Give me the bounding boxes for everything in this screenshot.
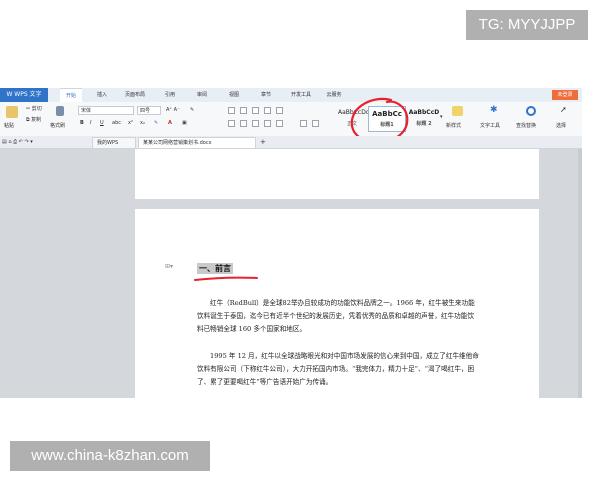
- copy-label: 复制: [31, 117, 42, 123]
- watermark-tg-badge: TG: MYYJJPP: [466, 10, 588, 40]
- font-size-select[interactable]: 四号: [137, 106, 161, 115]
- doc-paragraph-1[interactable]: 红牛（RedBull）是全球82举办且较成功的功能饮料品牌之一。1966 年，红…: [197, 297, 479, 336]
- paste-label[interactable]: 粘贴: [4, 122, 14, 130]
- find-replace-label[interactable]: 查找替换: [516, 122, 536, 130]
- tab-page-layout[interactable]: 页面布局: [120, 88, 150, 102]
- sort-icon[interactable]: [276, 107, 283, 114]
- italic-button[interactable]: I: [90, 119, 91, 127]
- tab-references[interactable]: 引用: [160, 88, 180, 102]
- bold-button[interactable]: B: [80, 119, 84, 127]
- login-button[interactable]: 未登录: [552, 90, 578, 100]
- find-replace-icon[interactable]: [526, 106, 536, 116]
- tab-insert[interactable]: 插入: [92, 88, 112, 102]
- new-tab-plus-icon[interactable]: +: [260, 138, 266, 146]
- new-style-icon[interactable]: [452, 106, 463, 116]
- subscript-button[interactable]: x₂: [140, 119, 145, 127]
- doc-tab-my-wps-label: 我的WPS: [97, 140, 119, 146]
- doc-tab-my-wps[interactable]: 我的WPS: [92, 137, 136, 148]
- document-tab-bar: ▤ ⌂ ⎙ ↶ ↷ ▾ 我的WPS 某某公司网络营销策划书.docx +: [0, 136, 582, 149]
- select-cursor-icon[interactable]: ➚: [560, 106, 567, 114]
- indent-increase-icon[interactable]: [264, 107, 271, 114]
- ribbon-toolbar: 粘贴 ✂ 剪切 ⧉ 复制 格式刷 宋体 四号 A⁺ A⁻ ✎ B I U abc…: [0, 102, 582, 137]
- shading-icon[interactable]: [312, 120, 319, 127]
- paste-icon[interactable]: [6, 106, 18, 118]
- indent-decrease-icon[interactable]: [252, 107, 259, 114]
- watermark-url-badge: www.china-k8zhan.com: [10, 441, 210, 471]
- font-color-button[interactable]: A: [168, 119, 172, 127]
- text-tools-label[interactable]: 文字工具: [480, 122, 500, 130]
- align-left-icon[interactable]: [228, 120, 235, 127]
- document-page[interactable]: ⊞▾ 一、前言 红牛（RedBull）是全球82举办且较成功的功能饮料品牌之一。…: [135, 209, 539, 398]
- tab-review[interactable]: 审阅: [192, 88, 212, 102]
- underline-button[interactable]: U: [100, 119, 104, 127]
- line-spacing-icon[interactable]: [276, 120, 283, 127]
- styles-more-arrow-icon[interactable]: ▾: [440, 113, 443, 121]
- previous-page-bottom: [135, 149, 539, 199]
- copy-button[interactable]: ⧉ 复制: [26, 116, 41, 124]
- strikethrough-button[interactable]: abc: [112, 119, 121, 127]
- menu-bar: W WPS 文字 开始 插入 页面布局 引用 审阅 视图 章节 开发工具 云服务…: [0, 88, 582, 103]
- text-tools-icon[interactable]: ✱: [490, 106, 498, 115]
- format-painter-label[interactable]: 格式刷: [50, 122, 65, 130]
- align-right-icon[interactable]: [252, 120, 259, 127]
- tab-section[interactable]: 章节: [256, 88, 276, 102]
- highlight-icon[interactable]: ✎: [154, 119, 158, 127]
- tab-home[interactable]: 开始: [60, 88, 82, 103]
- tab-developer[interactable]: 开发工具: [286, 88, 316, 102]
- align-center-icon[interactable]: [240, 120, 247, 127]
- tab-view[interactable]: 视图: [224, 88, 244, 102]
- cut-label: 剪切: [31, 106, 42, 112]
- borders-icon[interactable]: [300, 120, 307, 127]
- select-label[interactable]: 选择: [556, 122, 566, 130]
- doc-heading[interactable]: 一、前言: [197, 263, 233, 274]
- clear-format-icon[interactable]: ✎: [190, 106, 194, 114]
- doc-tab-active[interactable]: 某某公司网络营销策划书.docx: [138, 137, 256, 148]
- doc-paragraph-2[interactable]: 1995 年 12 月，红牛以全球战略眼光和对中国市场发展的信心来到中国，成立了…: [197, 350, 479, 389]
- vertical-scrollbar[interactable]: [578, 149, 582, 398]
- wps-app-button[interactable]: W WPS 文字: [0, 88, 48, 102]
- new-style-label[interactable]: 新样式: [446, 122, 461, 130]
- grow-font-button[interactable]: A⁺ A⁻: [166, 106, 180, 114]
- red-underline-annotation: [194, 276, 258, 281]
- quick-access-icons[interactable]: ▤ ⌂ ⎙ ↶ ↷ ▾: [2, 138, 33, 146]
- justify-icon[interactable]: [264, 120, 271, 127]
- char-shading-button[interactable]: ▣: [182, 119, 187, 127]
- cut-button[interactable]: ✂ 剪切: [26, 105, 42, 113]
- numbering-icon[interactable]: [240, 107, 247, 114]
- superscript-button[interactable]: x²: [128, 119, 133, 127]
- font-name-select[interactable]: 宋体: [78, 106, 134, 115]
- format-painter-icon[interactable]: [56, 106, 64, 116]
- paragraph-handle-icon[interactable]: ⊞▾: [165, 263, 173, 270]
- doc-tab-active-label: 某某公司网络营销策划书.docx: [143, 140, 212, 146]
- document-workspace: ⊞▾ 一、前言 红牛（RedBull）是全球82举办且较成功的功能饮料品牌之一。…: [0, 149, 582, 398]
- wps-window: W WPS 文字 开始 插入 页面布局 引用 审阅 视图 章节 开发工具 云服务…: [0, 88, 582, 398]
- bullets-icon[interactable]: [228, 107, 235, 114]
- tab-cloud[interactable]: 云服务: [322, 88, 346, 102]
